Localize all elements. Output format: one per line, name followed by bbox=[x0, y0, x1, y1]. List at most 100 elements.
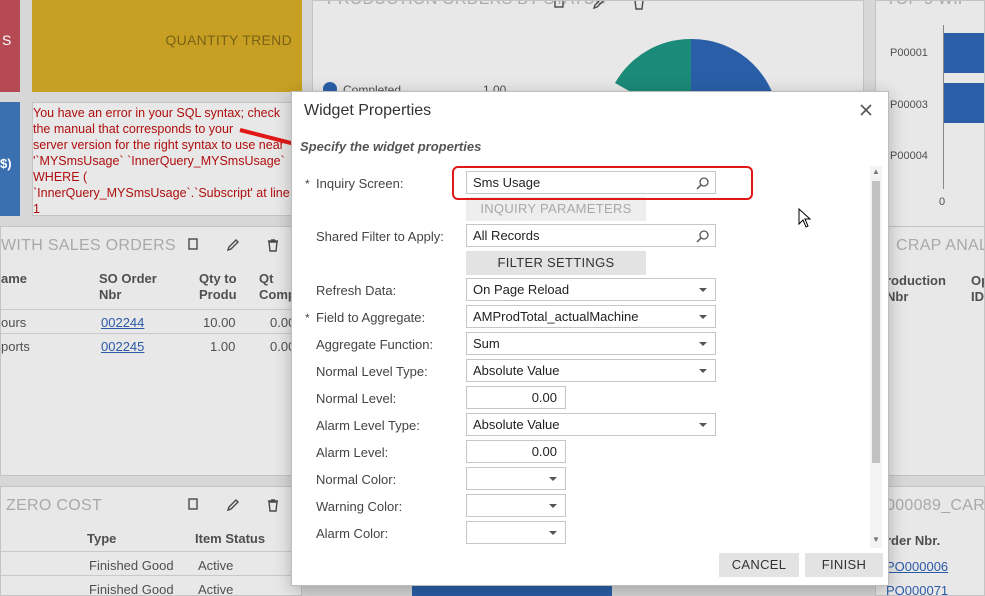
normal-level-type-value: Absolute Value bbox=[473, 363, 560, 378]
col-header-qty-to-produce[interactable]: Qty to Produ bbox=[199, 271, 241, 303]
scroll-down-icon[interactable]: ▼ bbox=[872, 536, 880, 544]
chevron-down-icon[interactable] bbox=[699, 423, 707, 427]
field-to-aggregate-select[interactable]: AMProdTotal_actualMachine bbox=[466, 305, 716, 328]
po-row-1-link[interactable]: PO000006 bbox=[886, 559, 948, 574]
so-row-1-link[interactable]: 002244 bbox=[101, 315, 144, 330]
alarm-level-type-select[interactable]: Absolute Value bbox=[466, 413, 716, 436]
so-row-1-name: ours bbox=[1, 315, 27, 330]
shared-filter-value: All Records bbox=[473, 228, 540, 243]
trash-icon[interactable] bbox=[265, 237, 281, 253]
label-shared-filter: Shared Filter to Apply: bbox=[316, 229, 444, 244]
label-alarm-level: Alarm Level: bbox=[316, 445, 389, 460]
inquiry-parameters-button[interactable]: INQUIRY PARAMETERS bbox=[466, 197, 646, 221]
tile-left-blue-label: $) bbox=[0, 156, 12, 171]
aggregate-function-select[interactable]: Sum bbox=[466, 332, 716, 355]
tile-top-wip[interactable]: TOP 5 WIP P00001 P00003 P00004 0 bbox=[875, 0, 985, 236]
wip-axis-zero: 0 bbox=[939, 196, 946, 208]
trash-icon[interactable] bbox=[631, 1, 647, 11]
col-header-item-status[interactable]: Item Status bbox=[195, 531, 265, 547]
tile-left-red-label: S bbox=[2, 32, 12, 48]
alarm-level-input[interactable]: 0.00 bbox=[466, 440, 566, 463]
scrollbar-thumb[interactable] bbox=[872, 181, 880, 463]
chevron-down-icon[interactable] bbox=[549, 531, 557, 535]
tile-po[interactable]: 000089_CAR rder Nbr. PO000006 PO000071 bbox=[875, 486, 985, 596]
finish-button[interactable]: FINISH bbox=[805, 553, 883, 577]
label-inquiry-screen: Inquiry Screen: bbox=[316, 176, 404, 191]
col-header-order-nbr[interactable]: rder Nbr. bbox=[886, 533, 940, 549]
wip-bar-2 bbox=[944, 83, 984, 123]
required-marker: * bbox=[305, 311, 310, 325]
zc-row-1-type: Finished Good bbox=[89, 558, 174, 573]
tile-left-red[interactable]: S bbox=[0, 0, 20, 92]
annotation-highlight-box bbox=[452, 166, 753, 200]
label-normal-color: Normal Color: bbox=[316, 472, 397, 487]
so-row-1-qty: 10.00 bbox=[203, 315, 236, 330]
shared-filter-selector[interactable]: All Records bbox=[466, 224, 716, 247]
copy-icon[interactable] bbox=[551, 1, 567, 11]
po-row-2-link[interactable]: PO000071 bbox=[886, 583, 948, 595]
field-to-aggregate-value: AMProdTotal_actualMachine bbox=[473, 309, 639, 324]
edit-icon[interactable] bbox=[591, 1, 607, 11]
wip-row-label-3: P00004 bbox=[890, 150, 928, 162]
dialog-scrollbar[interactable]: ▲ ▼ bbox=[870, 166, 882, 548]
tile-quantity-trend-title: QUANTITY TREND bbox=[165, 32, 292, 48]
edit-icon[interactable] bbox=[225, 237, 241, 253]
chevron-down-icon[interactable] bbox=[699, 288, 707, 292]
scroll-up-icon[interactable]: ▲ bbox=[872, 168, 880, 176]
label-field-to-aggregate: Field to Aggregate: bbox=[316, 310, 426, 325]
col-header-type[interactable]: Type bbox=[87, 531, 116, 547]
tile-sales-orders[interactable]: WITH SALES ORDERS ame SO Order Nbr Qty t… bbox=[0, 226, 302, 476]
so-row-2-qty: 1.00 bbox=[210, 339, 236, 354]
label-refresh-data: Refresh Data: bbox=[316, 283, 397, 298]
tile-scrap[interactable]: CRAP ANALYSIS roduction Nbr Op ID bbox=[875, 226, 985, 476]
warning-color-select[interactable] bbox=[466, 494, 566, 517]
chevron-down-icon[interactable] bbox=[699, 342, 707, 346]
chevron-down-icon[interactable] bbox=[549, 504, 557, 508]
tile-bottom-blue-bar bbox=[412, 586, 612, 596]
copy-icon[interactable] bbox=[185, 237, 201, 253]
normal-level-type-select[interactable]: Absolute Value bbox=[466, 359, 716, 382]
wip-row-label-2: P00003 bbox=[890, 99, 928, 111]
label-alarm-level-type: Alarm Level Type: bbox=[316, 418, 420, 433]
tile-quantity-trend[interactable]: QUANTITY TREND bbox=[32, 0, 302, 92]
normal-level-input[interactable]: 0.00 bbox=[466, 386, 566, 409]
wip-bar-1 bbox=[944, 33, 984, 73]
tile-sales-orders-title: WITH SALES ORDERS bbox=[1, 237, 176, 254]
zc-row-1-status: Active bbox=[198, 558, 234, 573]
required-marker: * bbox=[305, 177, 310, 191]
label-aggregate-function: Aggregate Function: bbox=[316, 337, 434, 352]
zc-row-2-status: Active bbox=[198, 582, 234, 596]
refresh-data-select[interactable]: On Page Reload bbox=[466, 278, 716, 301]
wip-row-label-1: P00001 bbox=[890, 47, 928, 59]
normal-color-select[interactable] bbox=[466, 467, 566, 490]
so-row-2-name: ports bbox=[1, 339, 30, 354]
tile-zero-cost-title: ZERO COST bbox=[6, 497, 103, 514]
edit-icon[interactable] bbox=[225, 497, 241, 513]
tile-zero-cost[interactable]: ZERO COST Type Item Status Finished Good… bbox=[0, 486, 302, 596]
col-header-production-nbr[interactable]: roduction Nbr bbox=[886, 273, 956, 305]
filter-settings-button[interactable]: FILTER SETTINGS bbox=[466, 251, 646, 275]
copy-icon[interactable] bbox=[185, 497, 201, 513]
trash-icon[interactable] bbox=[265, 497, 281, 513]
label-warning-color: Warning Color: bbox=[316, 499, 403, 514]
alarm-color-select[interactable] bbox=[466, 521, 566, 544]
tile-top-wip-title: TOP 5 WIP bbox=[886, 1, 969, 9]
cancel-button[interactable]: CANCEL bbox=[719, 553, 799, 577]
close-icon[interactable] bbox=[858, 102, 874, 118]
label-normal-level-type: Normal Level Type: bbox=[316, 364, 428, 379]
so-row-2-link[interactable]: 002245 bbox=[101, 339, 144, 354]
zc-row-2-type: Finished Good bbox=[89, 582, 174, 596]
chevron-down-icon[interactable] bbox=[549, 477, 557, 481]
alarm-level-value: 0.00 bbox=[531, 444, 557, 459]
mouse-cursor-icon bbox=[798, 208, 812, 228]
label-alarm-color: Alarm Color: bbox=[316, 526, 389, 541]
search-icon[interactable] bbox=[696, 229, 710, 243]
chevron-down-icon[interactable] bbox=[699, 315, 707, 319]
sql-error-message: You have an error in your SQL syntax; ch… bbox=[33, 106, 290, 216]
col-header-name[interactable]: ame bbox=[1, 271, 27, 287]
chevron-down-icon[interactable] bbox=[699, 369, 707, 373]
dialog-subtitle: Specify the widget properties bbox=[300, 139, 482, 154]
col-header-so-nbr[interactable]: SO Order Nbr bbox=[99, 271, 169, 303]
col-header-op-id[interactable]: Op ID bbox=[971, 273, 984, 305]
tile-left-blue[interactable]: $) bbox=[0, 102, 20, 216]
